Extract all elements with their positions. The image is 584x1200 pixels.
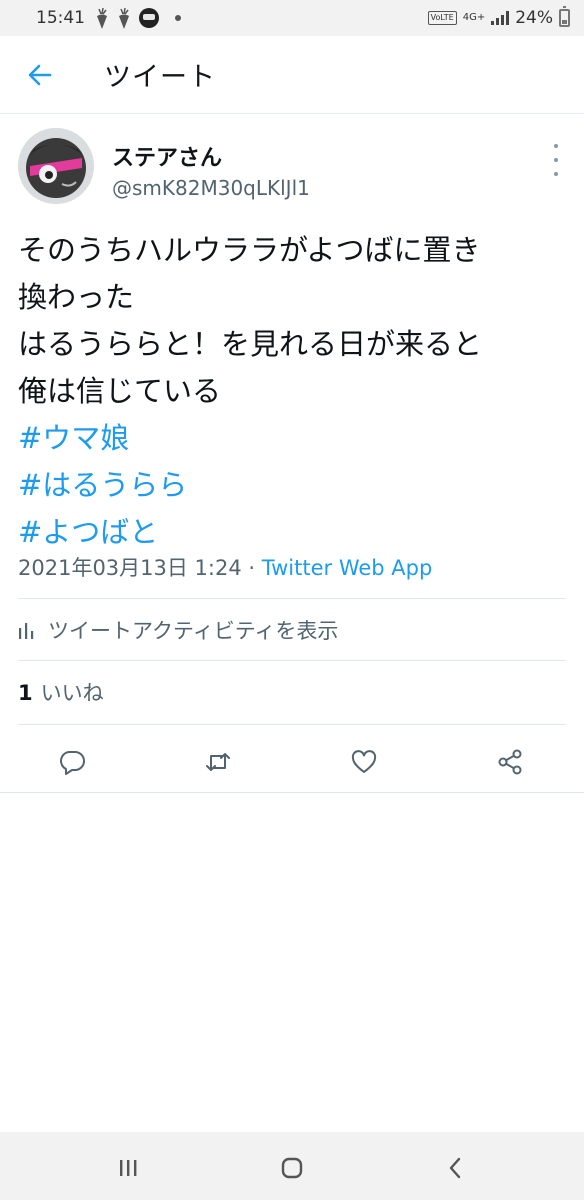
more-dot (554, 172, 558, 176)
share-icon (498, 749, 522, 775)
arrow-left-icon (28, 64, 52, 85)
author-row: ステアさん @smK82M30qLKlJl1 (0, 114, 584, 214)
tweet-actions (0, 734, 584, 790)
avatar-image (18, 128, 94, 204)
more-dot (554, 144, 558, 148)
tweet-text: そのうちハルウララがよつばに置き 換わった はるうららと！を見れる日が来ると 俺… (18, 227, 574, 556)
signal-icon (491, 11, 510, 25)
system-nav-bar (0, 1132, 584, 1200)
tweet-activity-label: ツイートアクティビティを表示 (48, 619, 339, 643)
heart-icon (351, 750, 377, 773)
likes-summary[interactable]: 1 いいね (18, 677, 104, 707)
avatar[interactable] (18, 128, 94, 204)
divider (18, 660, 566, 661)
bar-chart-icon (19, 623, 34, 639)
tweet-timestamp: 2021年03月13日 1:24 (18, 556, 242, 580)
more-options-button[interactable] (550, 144, 562, 176)
divider (0, 792, 584, 793)
page-title: ツイート (104, 62, 216, 93)
divider (18, 598, 566, 599)
home-button[interactable] (270, 1146, 314, 1190)
tweet-text-line: 換わった (18, 280, 135, 314)
hashtag-link[interactable]: #はるうらら (18, 462, 574, 509)
like-count: 1 (18, 681, 33, 705)
user-handle[interactable]: @smK82M30qLKlJl1 (112, 176, 310, 200)
hashtag-link[interactable]: #ウマ娘 (18, 415, 574, 462)
tweet-meta: 2021年03月13日 1:24 · Twitter Web App (18, 552, 432, 582)
more-notifications-dot (175, 15, 181, 21)
recent-apps-icon (120, 1160, 137, 1176)
chevron-left-icon (449, 1157, 461, 1179)
status-time: 15:41 (36, 8, 85, 28)
tweet-source-link[interactable]: Twitter Web App (262, 556, 433, 580)
recent-apps-button[interactable] (106, 1146, 150, 1190)
carrot-icon (95, 8, 107, 29)
system-back-button[interactable] (434, 1146, 478, 1190)
carrot-icon (117, 8, 129, 29)
tweet-detail: ステアさん @smK82M30qLKlJl1 そのうちハルウララがよつばに置き … (0, 114, 584, 793)
hashtag-link[interactable]: #よつばと (18, 509, 574, 556)
like-label: いいね (40, 681, 104, 705)
share-button[interactable] (490, 742, 530, 782)
retweet-button[interactable] (198, 742, 238, 782)
screen: 15:41 VoLTE 4G+ 24% ツイート ステアさん @smK82M30… (0, 0, 584, 1200)
battery-percent: 24% (515, 8, 553, 28)
tweet-text-line: はるうららと！を見れる日が来ると (18, 327, 483, 361)
tweet-text-line: そのうちハルウララがよつばに置き (18, 233, 481, 267)
back-button[interactable] (20, 55, 60, 95)
tweet-text-line: 俺は信じている (18, 374, 222, 408)
home-icon (281, 1157, 303, 1179)
divider (18, 724, 566, 725)
network-type: 4G+ (462, 12, 486, 23)
retweet-icon (206, 753, 230, 771)
battery-icon (559, 6, 570, 27)
status-left: 15:41 (36, 8, 181, 29)
reply-icon (60, 751, 85, 775)
app-header: ツイート (0, 36, 584, 114)
more-dot (554, 158, 558, 162)
reply-button[interactable] (52, 742, 92, 782)
display-name[interactable]: ステアさん (112, 140, 222, 172)
status-bar: 15:41 VoLTE 4G+ 24% (0, 0, 584, 36)
like-button[interactable] (344, 742, 384, 782)
volte-icon: VoLTE (427, 11, 457, 25)
status-right: VoLTE 4G+ 24% (427, 6, 570, 28)
meta-separator: · (241, 556, 262, 580)
tweet-activity-button[interactable]: ツイートアクティビティを表示 (18, 610, 338, 650)
app-notification-icon (139, 8, 159, 28)
